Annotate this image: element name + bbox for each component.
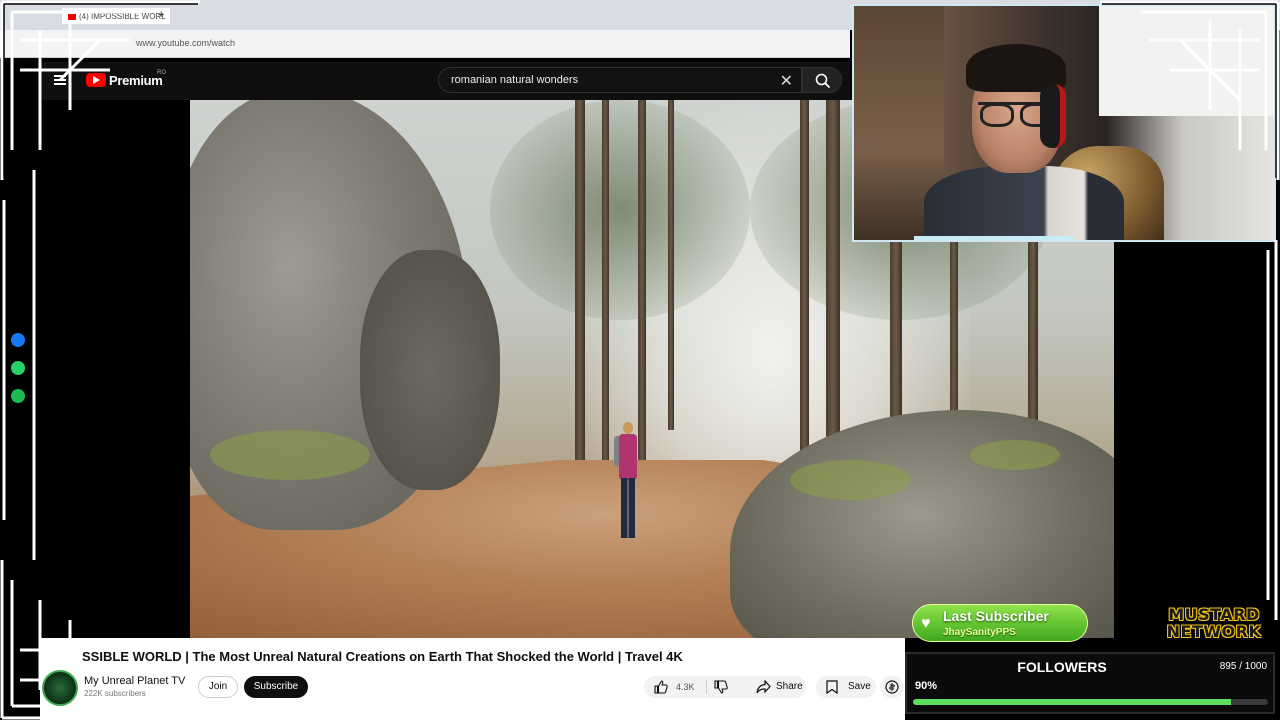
followers-label: FOLLOWERS: [1017, 659, 1107, 675]
last-subscriber-label: Last Subscriber: [943, 608, 1049, 624]
video-moss: [210, 430, 370, 480]
spotify-icon[interactable]: [11, 389, 25, 403]
youtube-header: Premium RO romanian natural wonders ✕: [40, 62, 850, 100]
search-query[interactable]: romanian natural wonders: [451, 74, 578, 86]
like-icon[interactable]: [654, 680, 668, 694]
video-moss: [790, 460, 910, 500]
video-tree: [602, 100, 609, 470]
followers-count: 895 / 1000: [1219, 661, 1267, 672]
search-icon: [815, 73, 831, 89]
thanks-button[interactable]: [880, 676, 904, 698]
join-button[interactable]: Join: [198, 676, 238, 698]
video-tree: [575, 100, 585, 500]
streamer-webcam: [852, 4, 1276, 242]
url-text[interactable]: www.youtube.com/watch: [136, 38, 235, 48]
channel-name[interactable]: My Unreal Planet TV: [84, 675, 185, 687]
video-info-panel: SSIBLE WORLD | The Most Unreal Natural C…: [40, 638, 905, 720]
subscribe-button[interactable]: Subscribe: [244, 676, 308, 698]
thanks-icon: [885, 680, 899, 694]
followers-progress-fill: [913, 699, 1231, 705]
share-button[interactable]: Share: [746, 676, 806, 698]
tab-title: (4) IMPOSSIBLE WORL: [79, 12, 166, 21]
followers-goal-widget: FOLLOWERS 895 / 1000 90%: [905, 652, 1275, 714]
webcam-window: [1099, 6, 1274, 116]
video-tree: [800, 100, 809, 480]
save-icon: [826, 680, 838, 694]
last-subscriber-widget: ♥ Last Subscriber JhaySanityPPS: [912, 604, 1088, 642]
youtube-favicon-icon: [68, 13, 76, 20]
webcam-accent-bar: [914, 236, 1074, 240]
close-icon[interactable]: ✕: [780, 71, 793, 91]
video-title: SSIBLE WORLD | The Most Unreal Natural C…: [82, 649, 683, 664]
messenger-icon[interactable]: [11, 333, 25, 347]
dislike-icon[interactable]: [714, 680, 728, 694]
network-logo-line1: MUSTARD: [1168, 605, 1260, 624]
video-moss: [970, 440, 1060, 470]
heart-icon: ♥: [921, 615, 931, 632]
search-button[interactable]: [802, 67, 842, 93]
browser-tab[interactable]: (4) IMPOSSIBLE WORL: [62, 8, 170, 24]
network-logo-line2: NETWORK: [1166, 622, 1262, 641]
whatsapp-icon[interactable]: [11, 361, 25, 375]
followers-progress-track: [913, 699, 1268, 705]
video-tree: [826, 100, 840, 480]
video-tree-canopy: [490, 100, 750, 320]
followers-percent: 90%: [915, 680, 938, 692]
address-bar[interactable]: www.youtube.com/watch: [0, 30, 850, 58]
webcam-streamer-body: [924, 166, 1124, 240]
video-tree: [668, 100, 674, 430]
search-input[interactable]: romanian natural wonders ✕: [438, 67, 802, 93]
save-label: Save: [848, 681, 871, 692]
like-count: 4.3K: [676, 682, 695, 692]
youtube-logo-icon[interactable]: [86, 73, 106, 87]
save-button[interactable]: Save: [816, 676, 876, 698]
mustard-network-logo: MUSTARD NETWORK: [1155, 606, 1273, 646]
video-hiker: [614, 422, 638, 542]
subscriber-count: 222K subscribers: [84, 689, 146, 698]
video-rock-shadow: [360, 250, 500, 490]
like-divider: [706, 680, 707, 694]
channel-avatar[interactable]: [42, 670, 78, 706]
new-tab-button[interactable]: +: [158, 9, 164, 21]
youtube-brand[interactable]: Premium: [109, 73, 163, 88]
headset-icon: [1040, 84, 1066, 148]
country-code: RO: [157, 70, 166, 76]
video-tree: [638, 100, 646, 460]
menu-icon[interactable]: [54, 75, 66, 85]
share-icon: [756, 680, 771, 694]
like-dislike-group: 4.3K: [644, 676, 762, 698]
share-label: Share: [776, 681, 803, 692]
last-subscriber-name: JhaySanityPPS: [943, 627, 1016, 638]
